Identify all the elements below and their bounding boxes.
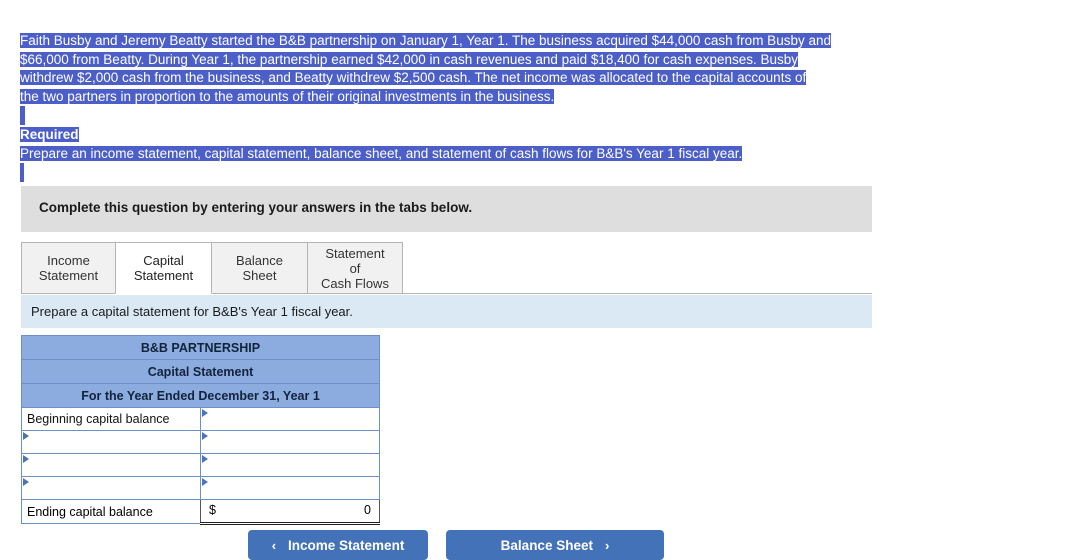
worksheet-row bbox=[21, 430, 380, 454]
problem-line-text: withdrew $2,000 cash from the business, … bbox=[20, 70, 807, 86]
chevron-left-icon: ‹ bbox=[271, 537, 277, 553]
capital-statement-worksheet: B&B PARTNERSHIP Capital Statement For the … bbox=[21, 335, 380, 525]
tab-bar: Income Statement Capital Statement Balance… bbox=[21, 242, 872, 294]
problem-line: $66,000 from Beatty. During Year 1, the … bbox=[20, 51, 960, 70]
tab-statement-of-cash-flows[interactable]: Statement of Cash Flows bbox=[307, 242, 403, 294]
tab-balance-sheet[interactable]: Balance Sheet bbox=[211, 242, 308, 294]
account-label-input[interactable] bbox=[21, 430, 201, 454]
selection-blank-line bbox=[20, 106, 960, 125]
tab-strip: Income Statement Capital Statement Balance… bbox=[21, 242, 403, 294]
dropdown-marker-icon bbox=[202, 455, 208, 463]
prev-tab-label: Income Statement bbox=[288, 537, 405, 553]
dropdown-marker-icon bbox=[23, 478, 29, 486]
ending-balance-value: $0 bbox=[200, 499, 380, 525]
amount-input[interactable] bbox=[200, 453, 380, 477]
dropdown-marker-icon bbox=[202, 432, 208, 440]
worksheet-header-row: For the Year Ended December 31, Year 1 bbox=[21, 383, 380, 408]
prev-tab-button[interactable]: ‹ Income Statement bbox=[248, 530, 428, 560]
worksheet-total-row: Ending capital balance $0 bbox=[21, 499, 380, 525]
worksheet-title-2: Capital Statement bbox=[21, 359, 380, 384]
ending-balance-amount: 0 bbox=[364, 503, 371, 517]
required-block: Required Prepare an income statement, ca… bbox=[20, 126, 743, 182]
dropdown-marker-icon bbox=[23, 455, 29, 463]
worksheet-row bbox=[21, 476, 380, 500]
worksheet-header-row: B&B PARTNERSHIP bbox=[21, 335, 380, 360]
next-tab-button[interactable]: Balance Sheet › bbox=[446, 530, 664, 560]
tab-income-statement[interactable]: Income Statement bbox=[21, 242, 116, 294]
amount-input[interactable] bbox=[200, 407, 380, 431]
required-description: Prepare an income statement, capital sta… bbox=[20, 145, 743, 164]
account-label-input[interactable] bbox=[21, 453, 201, 477]
account-label-input[interactable]: Beginning capital balance bbox=[21, 407, 201, 431]
required-text: Prepare an income statement, capital sta… bbox=[20, 145, 743, 161]
tab-instruction-text: Prepare a capital statement for B&B's Ye… bbox=[31, 304, 353, 319]
worksheet-header-row: Capital Statement bbox=[21, 359, 380, 384]
problem-line: withdrew $2,000 cash from the business, … bbox=[20, 69, 960, 88]
worksheet-title-3: For the Year Ended December 31, Year 1 bbox=[21, 383, 380, 408]
worksheet-title-1: B&B PARTNERSHIP bbox=[21, 335, 380, 360]
problem-line: Faith Busby and Jeremy Beatty started th… bbox=[20, 32, 960, 51]
selection-blank-line bbox=[20, 163, 742, 182]
problem-line-text: the two partners in proportion to the am… bbox=[20, 88, 555, 104]
problem-line-text: Faith Busby and Jeremy Beatty started th… bbox=[20, 33, 831, 48]
account-label-input[interactable] bbox=[21, 476, 201, 500]
amount-input[interactable] bbox=[200, 476, 380, 500]
required-heading: Required bbox=[20, 126, 742, 145]
dropdown-marker-icon bbox=[202, 409, 208, 417]
worksheet-row bbox=[21, 453, 380, 477]
next-tab-label: Balance Sheet bbox=[500, 537, 593, 553]
account-label-text: Beginning capital balance bbox=[27, 412, 170, 426]
worksheet-row: Beginning capital balance bbox=[21, 407, 380, 431]
amount-input[interactable] bbox=[200, 430, 380, 454]
currency-symbol: $ bbox=[209, 503, 216, 517]
chevron-right-icon: › bbox=[604, 537, 610, 553]
required-label: Required bbox=[20, 127, 79, 142]
tab-capital-statement[interactable]: Capital Statement bbox=[115, 242, 212, 294]
ending-balance-label: Ending capital balance bbox=[21, 499, 201, 524]
problem-statement: Faith Busby and Jeremy Beatty started th… bbox=[20, 32, 960, 125]
problem-line: the two partners in proportion to the am… bbox=[20, 88, 960, 107]
dropdown-marker-icon bbox=[23, 432, 29, 440]
dropdown-marker-icon bbox=[202, 478, 208, 486]
tab-instruction-band: Prepare a capital statement for B&B's Ye… bbox=[21, 295, 872, 328]
problem-line-text: $66,000 from Beatty. During Year 1, the … bbox=[20, 51, 799, 67]
instruction-bar-text: Complete this question by entering your … bbox=[39, 200, 473, 215]
instruction-bar: Complete this question by entering your … bbox=[21, 186, 872, 232]
